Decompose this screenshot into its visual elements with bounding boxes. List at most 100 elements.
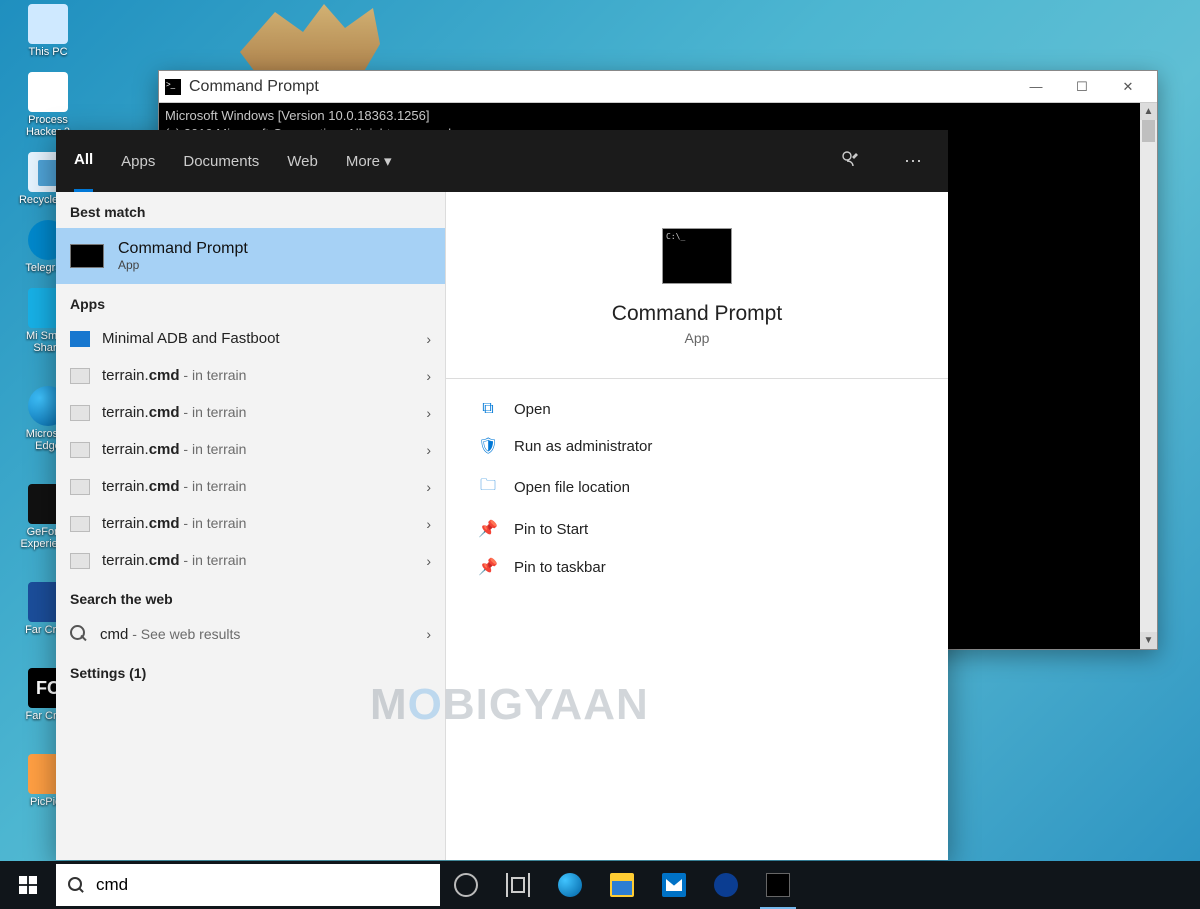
edge-icon <box>558 873 582 897</box>
taskbar <box>0 861 1200 909</box>
start-button[interactable] <box>0 861 56 909</box>
result-label: terrain.cmd - in terrain <box>102 367 246 384</box>
mail-icon <box>662 873 686 897</box>
cmd-line: Microsoft Windows [Version 10.0.18363.12… <box>165 107 1151 125</box>
result-label: terrain.cmd - in terrain <box>102 404 246 421</box>
result-label: terrain.cmd - in terrain <box>102 478 246 495</box>
more-options-icon[interactable]: ⋯ <box>896 151 930 172</box>
task-view-icon <box>506 873 530 897</box>
search-filter-tabs: All Apps Documents Web More ▾ ⋯ <box>56 130 948 192</box>
search-icon <box>70 625 88 643</box>
cmd-window-icon <box>165 79 181 95</box>
cortana-icon <box>454 873 478 897</box>
scroll-down-icon[interactable] <box>1140 632 1157 649</box>
folder-icon: 🗀 <box>478 474 498 501</box>
action-label: Open <box>514 401 551 418</box>
cmd-window-title: Command Prompt <box>189 78 319 96</box>
chevron-right-icon: › <box>426 553 431 569</box>
result-file-terrain-cmd[interactable]: terrain.cmd - in terrain › <box>56 357 445 394</box>
feedback-icon[interactable] <box>832 149 868 174</box>
file-icon <box>70 405 90 421</box>
result-label: cmd - See web results <box>100 626 240 643</box>
file-icon <box>70 368 90 384</box>
start-search-panel: All Apps Documents Web More ▾ ⋯ Best mat… <box>56 130 948 860</box>
chevron-right-icon: › <box>426 442 431 458</box>
open-icon: ⧉ <box>478 400 498 418</box>
preview-subtitle: App <box>685 330 710 346</box>
cortana-button[interactable] <box>440 861 492 909</box>
file-icon <box>70 479 90 495</box>
taskbar-app-command-prompt[interactable] <box>752 861 804 909</box>
section-apps: Apps <box>56 284 445 320</box>
file-explorer-icon <box>610 873 634 897</box>
maximize-button[interactable]: ☐ <box>1059 71 1105 103</box>
app-icon <box>714 873 738 897</box>
action-pin-to-taskbar[interactable]: 📌 Pin to taskbar <box>470 548 924 586</box>
action-label: Open file location <box>514 479 630 496</box>
search-preview-pane: Command Prompt App ⧉ Open 🛡 Run as admin… <box>446 192 948 860</box>
taskbar-app-generic[interactable] <box>700 861 752 909</box>
scroll-thumb[interactable] <box>1142 120 1155 142</box>
desktop-icon-this-pc[interactable]: This PC <box>8 4 88 58</box>
preview-actions: ⧉ Open 🛡 Run as administrator 🗀 Open fil… <box>446 387 948 590</box>
action-open-file-location[interactable]: 🗀 Open file location <box>470 465 924 510</box>
wallpaper-mountain <box>240 0 380 80</box>
shield-icon: 🛡 <box>478 436 498 456</box>
taskbar-search-input[interactable] <box>94 874 428 896</box>
divider <box>446 378 948 379</box>
chevron-right-icon: › <box>426 626 431 642</box>
tab-more-label: More <box>346 153 380 170</box>
search-icon <box>68 877 84 893</box>
action-pin-to-start[interactable]: 📌 Pin to Start <box>470 510 924 548</box>
section-search-web: Search the web <box>56 579 445 615</box>
chevron-right-icon: › <box>426 368 431 384</box>
taskbar-app-file-explorer[interactable] <box>596 861 648 909</box>
chevron-down-icon: ▾ <box>384 152 392 170</box>
cmd-scrollbar[interactable] <box>1140 103 1157 649</box>
tab-documents[interactable]: Documents <box>183 130 259 192</box>
preview-title: Command Prompt <box>612 302 782 326</box>
minimize-button[interactable]: — <box>1013 71 1059 103</box>
result-file-terrain-cmd[interactable]: terrain.cmd - in terrain › <box>56 468 445 505</box>
chevron-right-icon: › <box>426 331 431 347</box>
action-run-as-administrator[interactable]: 🛡 Run as administrator <box>470 427 924 465</box>
preview-app-icon <box>662 228 732 284</box>
result-file-terrain-cmd[interactable]: terrain.cmd - in terrain › <box>56 505 445 542</box>
tab-apps[interactable]: Apps <box>121 130 155 192</box>
result-file-terrain-cmd[interactable]: terrain.cmd - in terrain › <box>56 542 445 579</box>
chevron-right-icon: › <box>426 479 431 495</box>
command-prompt-icon <box>70 244 104 268</box>
action-label: Pin to Start <box>514 521 588 538</box>
result-file-terrain-cmd[interactable]: terrain.cmd - in terrain › <box>56 431 445 468</box>
result-app-adb[interactable]: Minimal ADB and Fastboot › <box>56 320 445 357</box>
tab-web[interactable]: Web <box>287 130 318 192</box>
cmd-titlebar[interactable]: Command Prompt — ☐ ✕ <box>159 71 1157 103</box>
tab-more[interactable]: More ▾ <box>346 152 392 170</box>
desktop-icon-process-hacker[interactable]: Process Hacker 2 <box>8 72 88 138</box>
result-label: terrain.cmd - in terrain <box>102 515 246 532</box>
task-view-button[interactable] <box>492 861 544 909</box>
result-label: Minimal ADB and Fastboot <box>102 330 280 347</box>
section-best-match: Best match <box>56 192 445 228</box>
result-web-cmd[interactable]: cmd - See web results › <box>56 615 445 653</box>
file-icon <box>70 442 90 458</box>
result-label: terrain.cmd - in terrain <box>102 441 246 458</box>
best-match-subtitle: App <box>118 258 248 272</box>
tab-all[interactable]: All <box>74 130 93 192</box>
action-open[interactable]: ⧉ Open <box>470 391 924 427</box>
pin-icon: 📌 <box>478 557 498 577</box>
taskbar-search-box[interactable] <box>56 864 440 906</box>
action-label: Run as administrator <box>514 438 652 455</box>
taskbar-app-edge[interactable] <box>544 861 596 909</box>
close-button[interactable]: ✕ <box>1105 71 1151 103</box>
taskbar-app-mail[interactable] <box>648 861 700 909</box>
chevron-right-icon: › <box>426 405 431 421</box>
section-settings[interactable]: Settings (1) <box>56 653 445 689</box>
best-match-result[interactable]: Command Prompt App <box>56 228 445 284</box>
result-file-terrain-cmd[interactable]: terrain.cmd - in terrain › <box>56 394 445 431</box>
pin-icon: 📌 <box>478 519 498 539</box>
app-icon <box>70 331 90 347</box>
action-label: Pin to taskbar <box>514 559 606 576</box>
scroll-up-icon[interactable] <box>1140 103 1157 120</box>
terminal-icon <box>766 873 790 897</box>
